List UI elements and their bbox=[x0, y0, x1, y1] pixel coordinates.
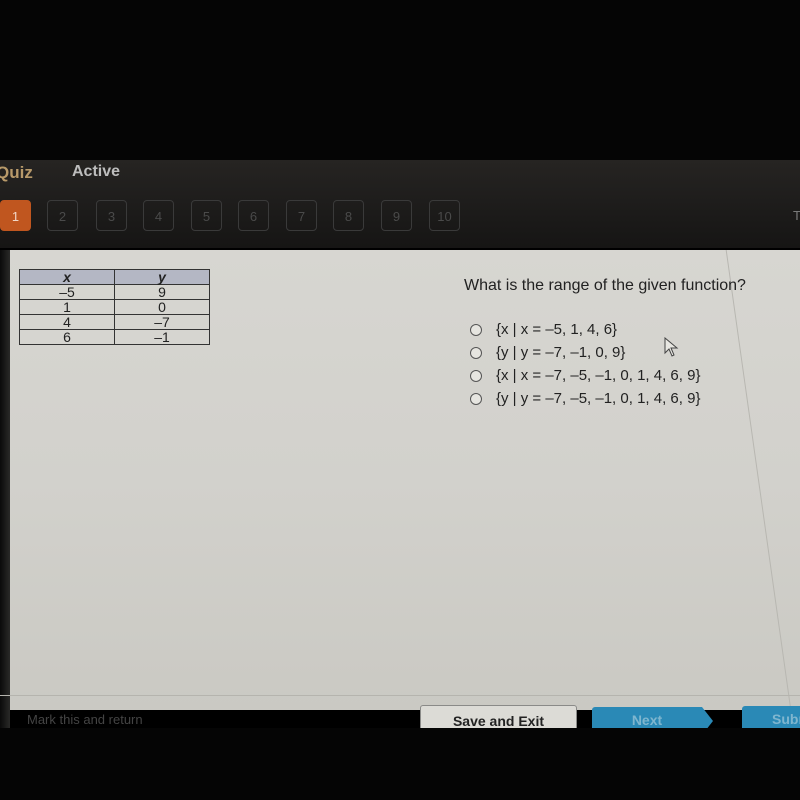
radio-button[interactable] bbox=[470, 392, 482, 405]
question-button-2[interactable]: 2 bbox=[47, 200, 78, 231]
cell-y: –7 bbox=[114, 314, 210, 330]
question-button-6[interactable]: 6 bbox=[238, 200, 269, 231]
answer-option-3[interactable]: {x | x = –7, –5, –1, 0, 1, 4, 6, 9} bbox=[470, 364, 700, 387]
question-text: What is the range of the given function? bbox=[464, 277, 746, 294]
question-button-4[interactable]: 4 bbox=[143, 200, 174, 231]
table-row: 4 –7 bbox=[19, 314, 210, 330]
cell-y: –1 bbox=[114, 329, 210, 345]
cell-x: 1 bbox=[19, 299, 115, 315]
status-label: Active bbox=[72, 163, 121, 180]
radio-button[interactable] bbox=[470, 369, 482, 382]
radio-button[interactable] bbox=[470, 323, 482, 336]
header-x: x bbox=[19, 269, 115, 285]
screen-top-bezel bbox=[0, 0, 800, 168]
question-button-3[interactable]: 3 bbox=[96, 200, 127, 231]
cell-x: –5 bbox=[19, 284, 115, 300]
option-label: {y | y = –7, –1, 0, 9} bbox=[496, 344, 626, 361]
option-label: {y | y = –7, –5, –1, 0, 1, 4, 6, 9} bbox=[496, 390, 701, 407]
header-right-text: T bbox=[793, 208, 800, 223]
mark-and-return-link[interactable]: Mark this and return bbox=[27, 712, 143, 727]
table-row: 6 –1 bbox=[19, 329, 210, 345]
screen-bottom-bezel bbox=[0, 728, 800, 800]
question-button-10[interactable]: 10 bbox=[429, 200, 460, 231]
option-label: {x | x = –7, –5, –1, 0, 1, 4, 6, 9} bbox=[496, 367, 701, 384]
question-button-5[interactable]: 5 bbox=[191, 200, 222, 231]
question-button-1[interactable]: 1 bbox=[0, 200, 31, 231]
mouse-cursor-icon bbox=[664, 337, 679, 357]
cell-y: 9 bbox=[114, 284, 210, 300]
table-row: –5 9 bbox=[19, 284, 210, 300]
answer-option-4[interactable]: {y | y = –7, –5, –1, 0, 1, 4, 6, 9} bbox=[470, 387, 700, 410]
answer-options: {x | x = –5, 1, 4, 6} {y | y = –7, –1, 0… bbox=[470, 318, 700, 410]
quiz-label: Quiz bbox=[0, 163, 33, 182]
cell-x: 6 bbox=[19, 329, 115, 345]
header-y: y bbox=[114, 269, 210, 285]
question-button-7[interactable]: 7 bbox=[286, 200, 317, 231]
screen-left-bezel bbox=[0, 250, 10, 730]
footer-divider bbox=[0, 695, 800, 696]
table-row: 1 0 bbox=[19, 299, 210, 315]
radio-button[interactable] bbox=[470, 346, 482, 359]
option-label: {x | x = –5, 1, 4, 6} bbox=[496, 321, 618, 338]
cell-y: 0 bbox=[114, 299, 210, 315]
cell-x: 4 bbox=[19, 314, 115, 330]
question-button-9[interactable]: 9 bbox=[381, 200, 412, 231]
function-table: x y –5 9 1 0 4 –7 6 –1 bbox=[19, 269, 210, 345]
table-header-row: x y bbox=[19, 269, 210, 285]
question-button-8[interactable]: 8 bbox=[333, 200, 364, 231]
